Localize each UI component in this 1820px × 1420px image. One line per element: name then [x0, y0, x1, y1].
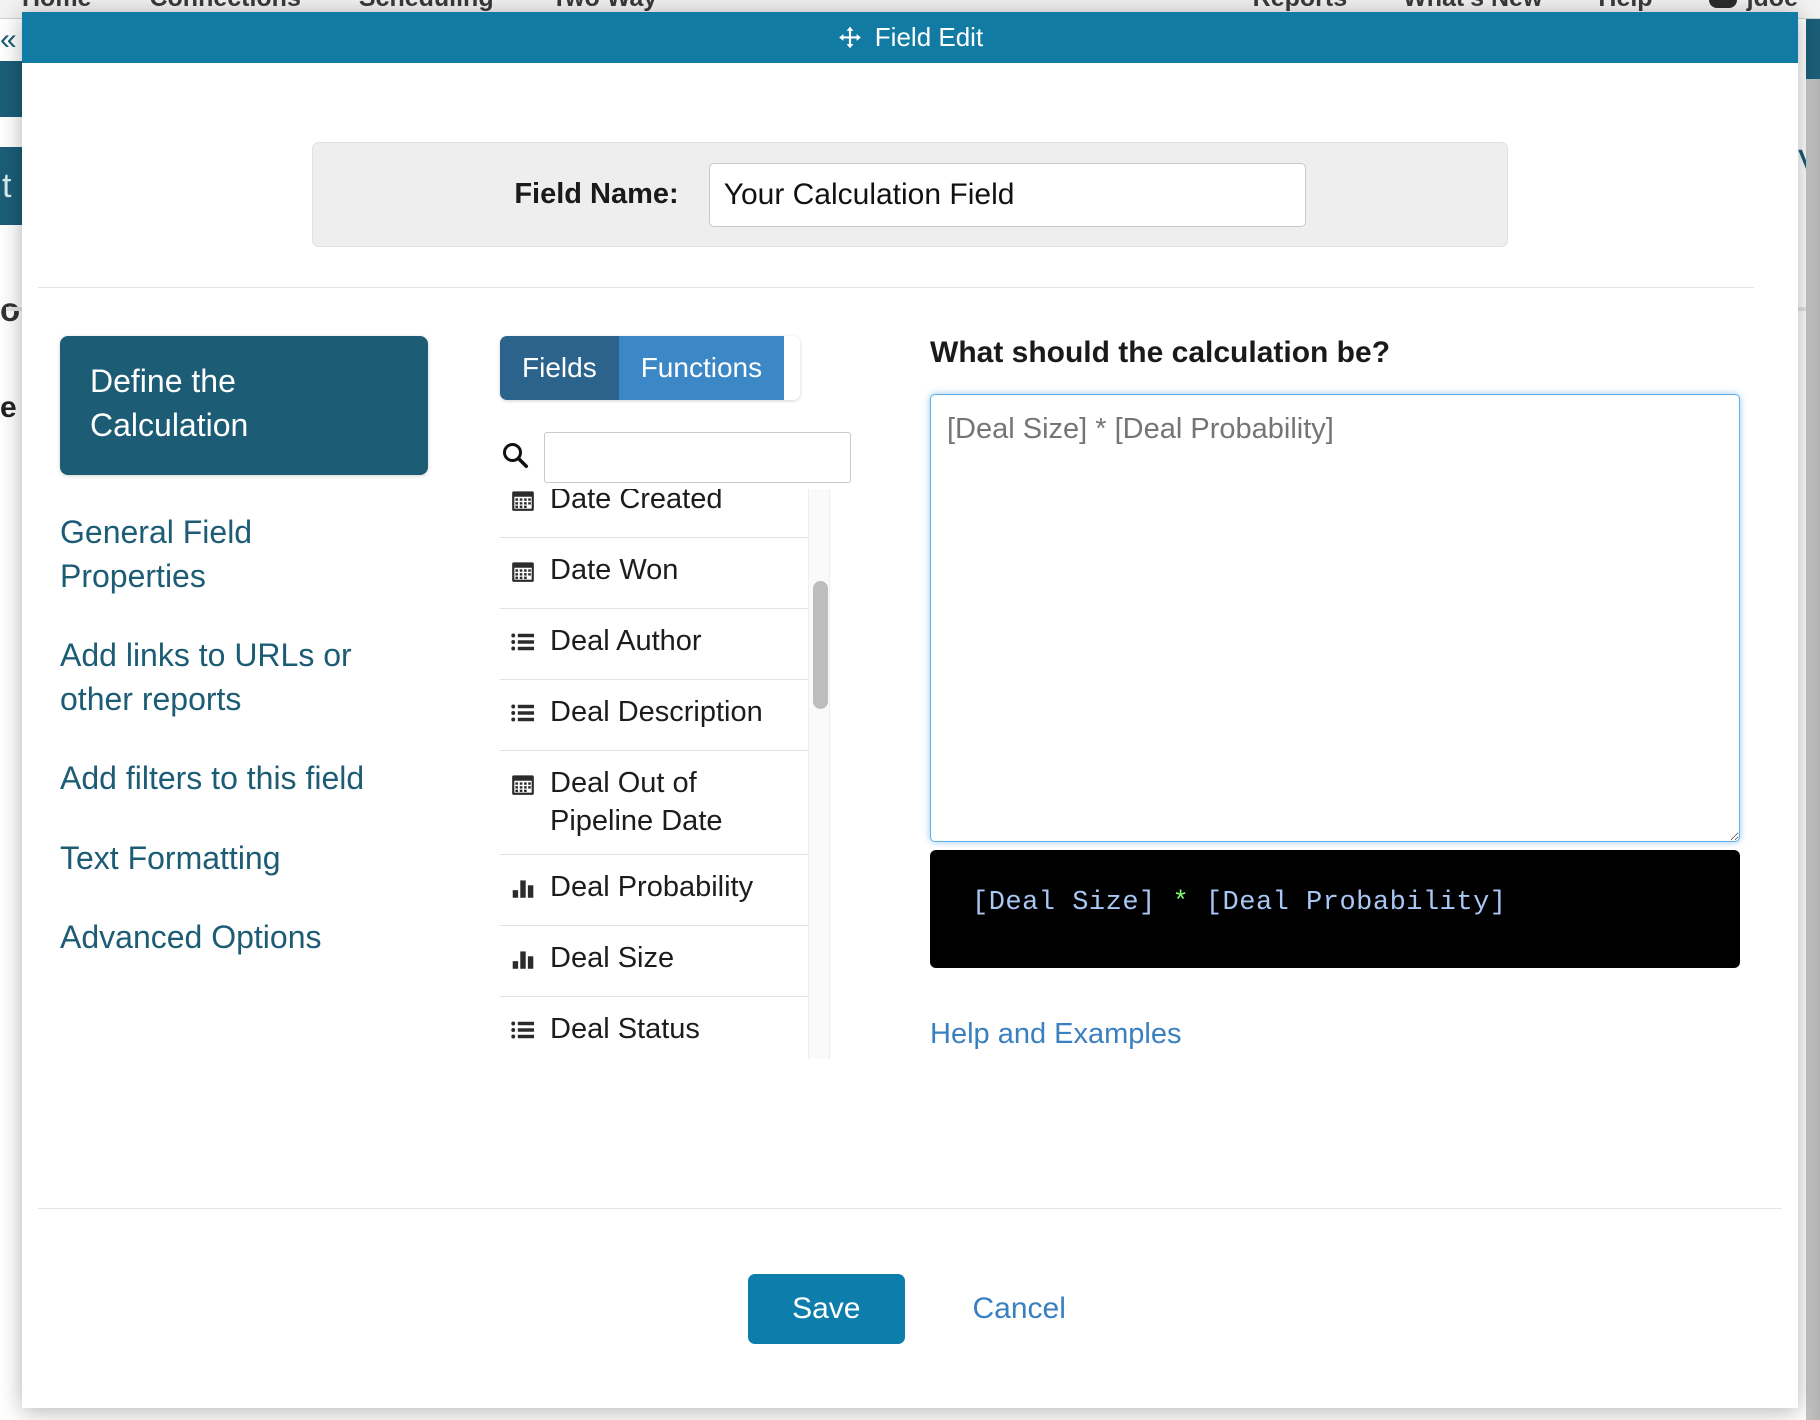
field-list-container: Date Created Date Won Deal Author Deal D…	[500, 489, 830, 1059]
field-list-scrollbar-thumb[interactable]	[813, 581, 828, 709]
background-left-panel-block-labeled: t	[0, 147, 22, 225]
list-icon	[510, 1011, 536, 1053]
bar-chart-icon	[510, 940, 536, 982]
modal-section-nav: Define the Calculation General Field Pro…	[60, 336, 500, 1059]
background-nav-item-connections[interactable]: Connections	[149, 0, 300, 13]
background-nav-item-home[interactable]: Home	[22, 0, 91, 13]
background-nav-left-group: Home Connections Scheduling Two Way	[22, 0, 657, 13]
page-vertical-scrollbar[interactable]	[1806, 19, 1820, 1420]
fields-functions-tabs: Fields Functions	[500, 336, 800, 400]
field-list-item-label: Deal Probability	[550, 870, 754, 903]
user-avatar-icon	[1708, 0, 1737, 8]
fields-search-input[interactable]	[544, 432, 851, 483]
calendar-icon	[510, 765, 536, 807]
background-user-label: jdoe	[1747, 0, 1798, 13]
background-left-divider	[6, 307, 22, 311]
field-list: Date Created Date Won Deal Author Deal D…	[500, 489, 812, 1059]
calculation-question-label: What should the calculation be?	[930, 336, 1391, 369]
save-button[interactable]: Save	[748, 1273, 905, 1344]
background-left-strip: « t ol e	[0, 19, 22, 1420]
background-left-text-fragment-2: e	[0, 391, 17, 424]
background-nav-item-reports[interactable]: Reports	[1253, 0, 1347, 13]
calculation-preview: [Deal Size] * [Deal Probability]	[930, 850, 1740, 968]
page-scrollbar-top-cap	[1806, 19, 1820, 79]
modal-content-columns: Define the Calculation General Field Pro…	[22, 288, 1798, 1059]
modal-body: Field Name: Define the Calculation Gener…	[22, 63, 1798, 1408]
field-list-item[interactable]: Date Won	[500, 538, 812, 610]
field-list-item[interactable]: Date Created	[500, 489, 812, 539]
nav-item-add-filters-to-this-field[interactable]: Add filters to this field	[60, 757, 390, 801]
nav-item-add-links-to-urls[interactable]: Add links to URLs or other reports	[60, 634, 390, 721]
modal-title: Field Edit	[874, 22, 984, 52]
calculation-panel: What should the calculation be? [Deal Si…	[830, 336, 1798, 1059]
field-list-item[interactable]: Deal Size	[500, 926, 812, 997]
background-nav-item-two-way[interactable]: Two Way	[552, 0, 658, 13]
nav-item-text-formatting[interactable]: Text Formatting	[60, 837, 390, 881]
list-icon	[510, 623, 536, 665]
field-list-item-label: Deal Author	[550, 625, 702, 658]
nav-item-define-the-calculation[interactable]: Define the Calculation	[60, 336, 428, 476]
field-list-item-label: Deal Size	[550, 941, 675, 974]
background-nav-right-group: Reports What's New Help jdoe	[1253, 0, 1798, 13]
background-user-menu[interactable]: jdoe	[1708, 0, 1798, 13]
background-nav-item-scheduling[interactable]: Scheduling	[359, 0, 494, 13]
field-list-scrollbar[interactable]	[808, 489, 830, 1059]
bar-chart-icon	[510, 869, 536, 911]
background-collapse-chevron-icon[interactable]: «	[0, 23, 22, 57]
calculation-textarea[interactable]	[930, 394, 1740, 842]
page-root: Home Connections Scheduling Two Way Repo…	[0, 0, 1820, 1420]
field-list-item[interactable]: Deal Author	[500, 609, 812, 681]
background-nav-item-whats-new[interactable]: What's New	[1403, 0, 1542, 13]
search-icon	[500, 440, 530, 475]
field-list-item-label: Date Created	[550, 489, 723, 515]
field-edit-modal: Field Edit Field Name: Define the Calcul…	[22, 12, 1798, 1408]
move-arrows-icon[interactable]	[837, 25, 863, 51]
field-name-panel: Field Name:	[312, 142, 1508, 247]
field-list-item[interactable]: Deal Probability	[500, 855, 812, 926]
field-list-item-label: Deal Description	[550, 696, 763, 729]
fields-search-row	[500, 432, 851, 483]
modal-footer: Save Cancel	[38, 1208, 1782, 1408]
modal-title-bar[interactable]: Field Edit	[22, 12, 1798, 63]
tab-functions[interactable]: Functions	[618, 336, 785, 400]
field-list-item[interactable]: Deal Status	[500, 997, 812, 1059]
nav-item-general-field-properties[interactable]: General Field Properties	[60, 511, 390, 598]
list-icon	[510, 694, 536, 736]
preview-left-field: [Deal Size]	[972, 888, 1156, 918]
preview-right-field: [Deal Probability]	[1205, 888, 1507, 918]
field-name-label: Field Name:	[514, 178, 679, 210]
calendar-icon	[510, 489, 536, 523]
field-list-item-label: Deal Status	[550, 1012, 700, 1045]
nav-item-advanced-options[interactable]: Advanced Options	[60, 916, 390, 960]
tab-fields[interactable]: Fields	[500, 336, 619, 400]
help-and-examples-link[interactable]: Help and Examples	[930, 1018, 1181, 1051]
background-left-panel-block	[0, 61, 22, 117]
field-list-item-label: Deal Out of Pipeline Date	[550, 767, 723, 837]
fields-panel: Fields Functions Date Created Date Won D…	[500, 336, 851, 1059]
cancel-button[interactable]: Cancel	[967, 1291, 1072, 1327]
field-list-item-label: Date Won	[550, 554, 679, 587]
preview-operator: *	[1172, 888, 1190, 918]
background-nav-item-help[interactable]: Help	[1598, 0, 1652, 13]
calendar-icon	[510, 552, 536, 594]
field-name-input[interactable]	[708, 162, 1306, 227]
field-list-item[interactable]: Deal Out of Pipeline Date	[500, 751, 812, 855]
field-list-item[interactable]: Deal Description	[500, 680, 812, 752]
